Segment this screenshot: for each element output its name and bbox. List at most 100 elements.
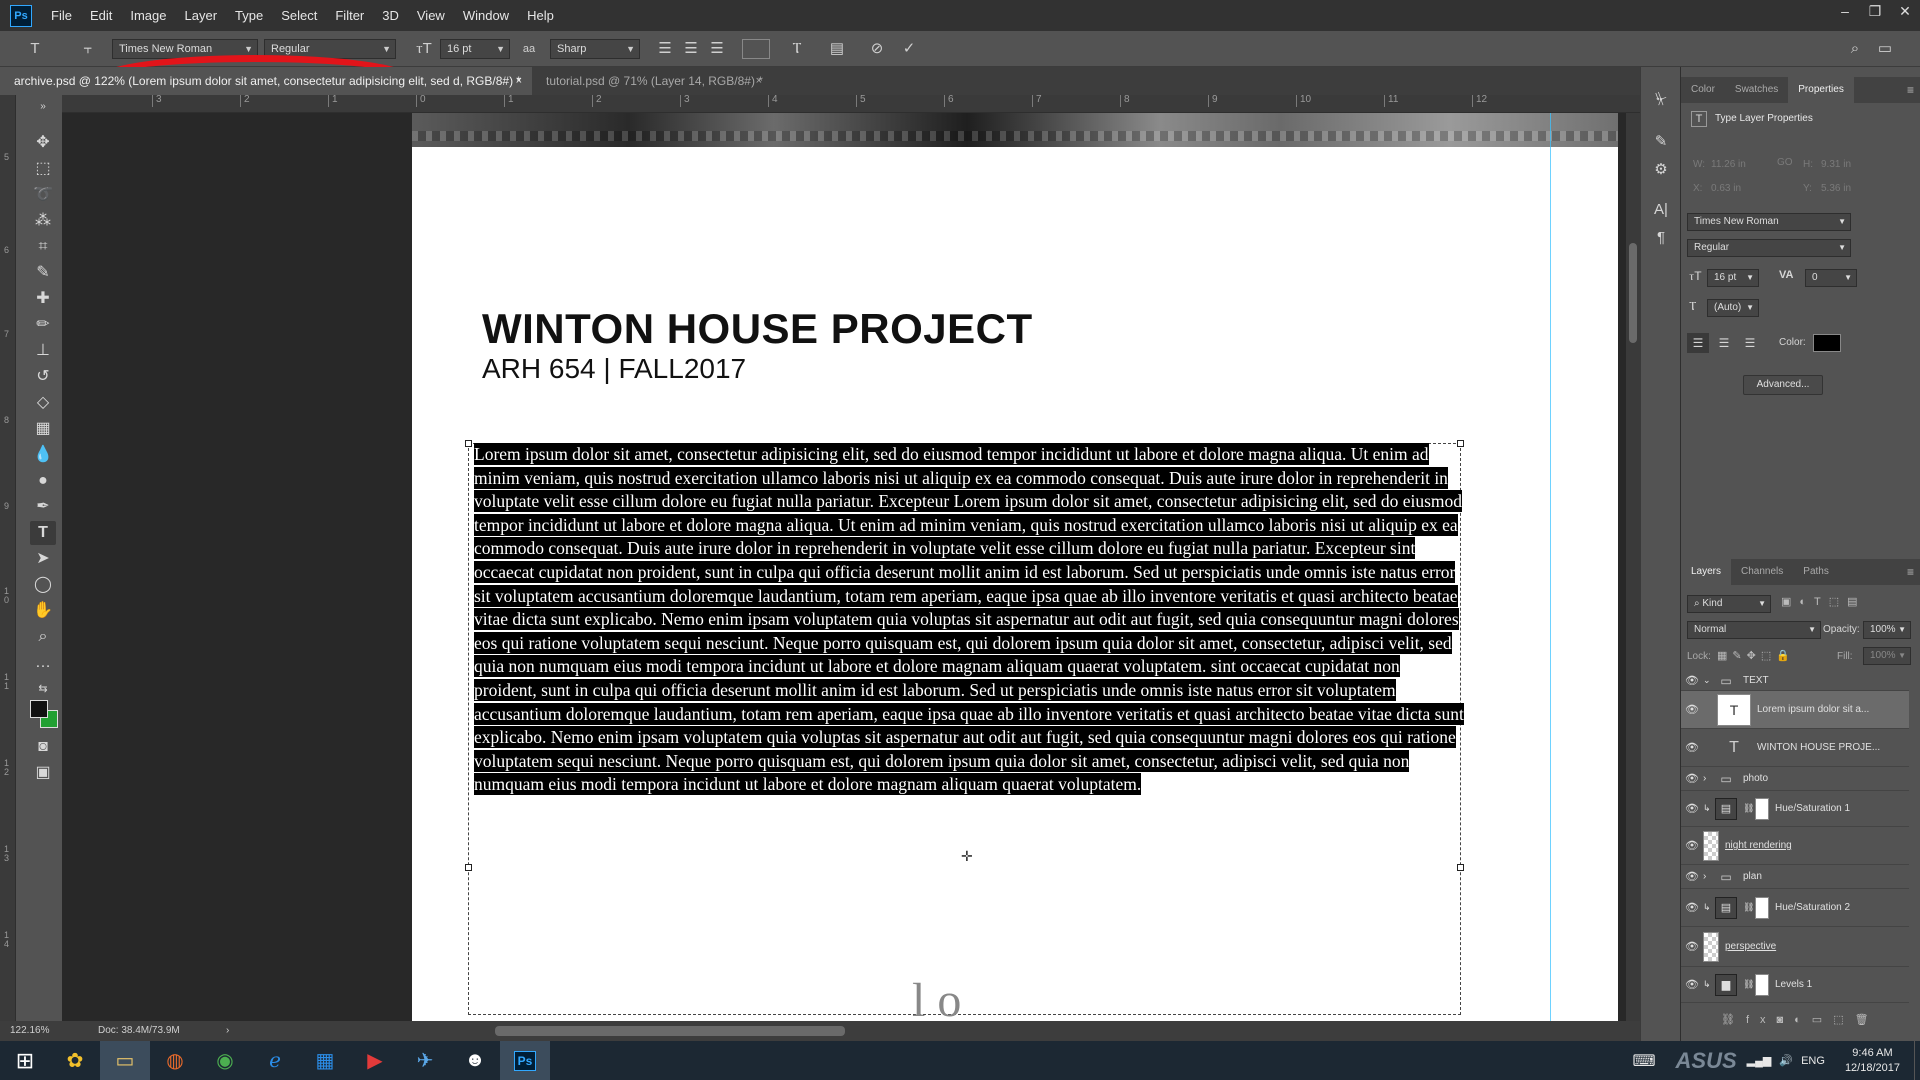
visibility-eye-icon[interactable]: 👁 [1681, 772, 1703, 785]
prop-font-size-dropdown[interactable]: 16 pt ▼ [1707, 269, 1759, 287]
file-explorer-icon[interactable]: ▭ [100, 1041, 150, 1080]
layer-row-levels-1[interactable]: 👁 ↳ ▆ ⛓ Levels 1 [1681, 967, 1909, 1003]
scroll-thumb[interactable] [1629, 243, 1637, 343]
search-icon[interactable]: ⌕ [1844, 39, 1866, 59]
gradient-tool-icon[interactable]: ▦ [30, 417, 56, 441]
network-icon[interactable]: ▂▄▆ [1747, 1054, 1772, 1067]
fill-field[interactable]: 100% ▼ [1863, 647, 1911, 665]
tab-layers[interactable]: Layers [1681, 559, 1732, 585]
eraser-tool-icon[interactable]: ◇ [30, 391, 56, 415]
adjustments-icon[interactable]: ⚙ [1647, 157, 1675, 183]
font-size-dropdown[interactable]: 16 pt ▼ [440, 39, 510, 59]
layer-row-winton-text[interactable]: 👁 T WINTON HOUSE PROJE... [1681, 729, 1909, 767]
character-panel-icon[interactable]: ▤ [826, 39, 848, 59]
guide-line[interactable] [1550, 113, 1551, 1021]
prop-leading-dropdown[interactable]: (Auto) ▼ [1707, 299, 1759, 317]
prop-font-style-dropdown[interactable]: Regular ▼ [1687, 239, 1851, 257]
layer-row-hue-sat-1[interactable]: 👁 ↳ ▤ ⛓ Hue/Saturation 1 [1681, 791, 1909, 827]
warp-text-icon[interactable]: Ⲧ [786, 39, 808, 59]
menu-type[interactable]: Type [226, 0, 272, 31]
layer-filter-icons[interactable]: ▣◐T⬚▤ [1781, 595, 1866, 608]
twirl-icon[interactable]: › [1703, 871, 1715, 882]
screen-mode-icon[interactable]: ▣ [30, 761, 56, 785]
menu-layer[interactable]: Layer [176, 0, 227, 31]
keyboard-icon[interactable]: ⌨ [1632, 1051, 1655, 1071]
panel-menu-icon[interactable]: ≡ [1907, 83, 1914, 97]
visibility-eye-icon[interactable]: 👁 [1681, 741, 1703, 754]
language-indicator[interactable]: ENG [1801, 1055, 1825, 1067]
brush-tool-icon[interactable]: ✏ [30, 313, 56, 337]
horizontal-scrollbar[interactable] [495, 1026, 845, 1036]
selected-paragraph-text[interactable]: Lorem ipsum dolor sit amet, consectetur … [474, 443, 1466, 797]
pen-tool-icon[interactable]: ✒ [30, 495, 56, 519]
tool-preset-picker-icon[interactable]: T [22, 39, 48, 59]
firefox-icon[interactable]: ◍ [150, 1041, 200, 1080]
paragraph-panel-icon[interactable]: ¶ [1647, 225, 1675, 251]
magic-wand-tool-icon[interactable]: ⁂ [30, 209, 56, 233]
prop-tracking-dropdown[interactable]: 0 ▼ [1805, 269, 1857, 287]
menu-edit[interactable]: Edit [81, 0, 121, 31]
close-tab-icon[interactable]: × [756, 67, 762, 95]
layers-footer-buttons[interactable]: ⛓fx◙◐▭⬚🗑 [1681, 1013, 1920, 1035]
menu-filter[interactable]: Filter [326, 0, 373, 31]
layer-row-night-rendering[interactable]: 👁 night rendering [1681, 827, 1909, 865]
menu-help[interactable]: Help [518, 0, 563, 31]
lasso-tool-icon[interactable]: ➰ [30, 183, 56, 207]
layers-menu-icon[interactable]: ≡ [1907, 565, 1914, 579]
antialias-dropdown[interactable]: Sharp ▼ [550, 39, 640, 59]
align-left-icon[interactable]: ☰ [654, 39, 676, 59]
zoom-level[interactable]: 122.16% [10, 1021, 49, 1041]
history-panel-icon[interactable]: ⏧ [1647, 87, 1675, 113]
layer-row-photo-group[interactable]: 👁 › ▭ photo [1681, 767, 1909, 791]
layer-mask-thumb[interactable] [1755, 797, 1769, 820]
workspace-icon[interactable]: ▭ [1874, 39, 1896, 59]
tab-swatches[interactable]: Swatches [1725, 77, 1788, 103]
document-subtitle[interactable]: ARH 654 | FALL2017 [482, 353, 746, 385]
prop-align-center-icon[interactable]: ☰ [1713, 333, 1735, 353]
align-center-icon[interactable]: ☰ [680, 39, 702, 59]
layer-row-perspective[interactable]: 👁 perspective [1681, 927, 1909, 967]
show-desktop-button[interactable] [1914, 1041, 1920, 1080]
advanced-button[interactable]: Advanced... [1743, 375, 1823, 395]
chain-link-icon[interactable]: ⛓ [1743, 902, 1755, 913]
hand-tool-icon[interactable]: ✋ [30, 599, 56, 623]
visibility-eye-icon[interactable]: 👁 [1681, 870, 1703, 883]
status-menu-arrow-icon[interactable]: › [226, 1021, 229, 1041]
menu-image[interactable]: Image [121, 0, 175, 31]
menu-file[interactable]: File [42, 0, 81, 31]
twirl-icon[interactable]: ⌄ [1703, 675, 1715, 686]
crop-tool-icon[interactable]: ⌗ [30, 235, 56, 259]
opacity-field[interactable]: 100% ▼ [1863, 621, 1911, 639]
restore-button[interactable]: ❐ [1860, 0, 1890, 22]
media-player-icon[interactable]: ▶ [350, 1041, 400, 1080]
store-icon[interactable]: ▦ [300, 1041, 350, 1080]
internet-explorer-icon[interactable]: ℯ [250, 1041, 300, 1080]
photoshop-taskbar-icon[interactable]: Ps [500, 1041, 550, 1080]
document-title[interactable]: WINTON HOUSE PROJECT [482, 305, 1033, 353]
clone-stamp-tool-icon[interactable]: ⊥ [30, 339, 56, 363]
photo-app-icon[interactable]: ✿ [50, 1041, 100, 1080]
windows-start-icon[interactable]: ⊞ [0, 1041, 50, 1080]
volume-icon[interactable]: 🔊 [1779, 1054, 1793, 1067]
history-brush-tool-icon[interactable]: ↺ [30, 365, 56, 389]
chain-link-icon[interactable]: ⛓ [1743, 803, 1755, 814]
minimize-button[interactable]: – [1830, 0, 1860, 22]
ellipse-tool-icon[interactable]: ◯ [30, 573, 56, 597]
messenger-icon[interactable]: ✈ [400, 1041, 450, 1080]
quick-mask-icon[interactable]: ◙ [30, 735, 56, 759]
path-selection-tool-icon[interactable]: ➤ [30, 547, 56, 571]
collapse-toolbar-icon[interactable]: » [30, 95, 56, 119]
eyedropper-tool-icon[interactable]: ✎ [30, 261, 56, 285]
menu-view[interactable]: View [408, 0, 454, 31]
layer-mask-thumb[interactable] [1755, 973, 1769, 996]
chain-link-icon[interactable]: ⛓ [1743, 979, 1755, 990]
prop-font-family-dropdown[interactable]: Times New Roman ▼ [1687, 213, 1851, 231]
layer-filter-kind-dropdown[interactable]: ⌕ Kind ▼ [1687, 595, 1771, 613]
menu-3d[interactable]: 3D [373, 0, 408, 31]
twirl-icon[interactable]: › [1703, 773, 1715, 784]
chrome-icon[interactable]: ◉ [200, 1041, 250, 1080]
character-panel-icon[interactable]: A| [1647, 197, 1675, 223]
text-color-swatch[interactable] [742, 39, 770, 59]
layer-row-text-group[interactable]: 👁 ⌄ ▭ TEXT [1681, 671, 1909, 691]
lock-icons[interactable]: ▦✎✥⬚🔒 [1717, 649, 1795, 662]
